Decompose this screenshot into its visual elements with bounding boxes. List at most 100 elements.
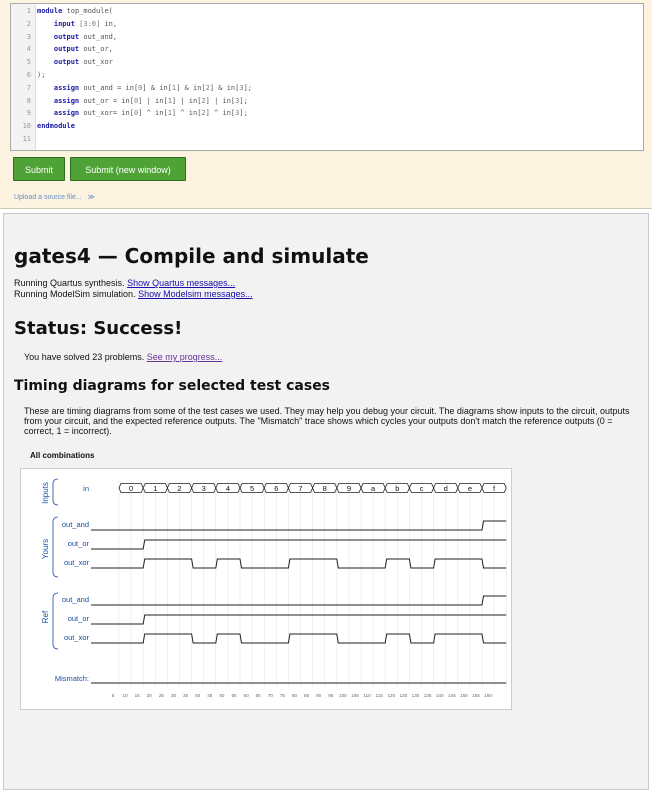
code-token: ] | in[ xyxy=(138,96,168,105)
bus-value: c xyxy=(420,484,424,493)
code-line[interactable]: input [3:0] in, xyxy=(37,20,117,28)
line-number: 2 xyxy=(26,19,31,28)
code-token: ]; xyxy=(243,83,253,92)
code-line[interactable]: output out_or, xyxy=(37,45,113,53)
result-panel: gates4 — Compile and simulate Running Qu… xyxy=(3,213,649,790)
code-token: out_and, xyxy=(79,32,118,41)
signal-label-ref-out_and: out_and xyxy=(62,595,89,604)
code-token: out_or = in[ xyxy=(79,96,134,105)
chevron-down-icon[interactable]: ≫ xyxy=(88,194,95,201)
bus-value: 6 xyxy=(274,484,278,493)
solved-text: You have solved 23 problems. xyxy=(24,352,145,362)
code-token: output xyxy=(53,32,80,41)
line-number: 5 xyxy=(26,58,31,67)
code-token: out_xor xyxy=(79,58,113,67)
line-number: 8 xyxy=(26,96,31,105)
bus-value: 4 xyxy=(226,484,230,493)
bus-value: 7 xyxy=(298,484,302,493)
code-token: assign xyxy=(53,83,80,92)
waveform-ref-out_xor xyxy=(91,633,507,644)
see-progress-link[interactable]: See my progress... xyxy=(147,352,223,362)
waveform-ref-out_or xyxy=(91,614,507,625)
code-line[interactable]: ); xyxy=(37,71,45,79)
code-line[interactable]: assign out_or = in[0] | in[1] | in[2] | … xyxy=(37,97,248,105)
time-tick-label: 100 xyxy=(339,693,347,698)
signal-label-yours-out_xor: out_xor xyxy=(64,558,90,567)
time-tick-label: 10 xyxy=(123,693,129,698)
code-line[interactable]: module top_module( xyxy=(37,7,113,15)
time-tick-label: 40 xyxy=(195,693,201,698)
timing-diagram: Inputs Yours Ref in 0 1 2 3 4 5 6 7 8 9 a b c d e f out_and o… xyxy=(20,468,512,710)
code-line[interactable]: assign out_and = in[0] & in[1] & in[2] &… xyxy=(37,84,252,92)
timing-description: These are timing diagrams from some of t… xyxy=(24,406,630,436)
group-label-inputs: Inputs xyxy=(41,482,50,504)
bus-value: b xyxy=(395,484,399,493)
line-number: 6 xyxy=(26,71,31,79)
time-tick-label: 15 xyxy=(135,693,141,698)
upload-label[interactable]: Upload a source file... xyxy=(14,194,82,201)
line-number: 11 xyxy=(22,135,31,143)
quartus-status: Running Quartus synthesis. Show Quartus … xyxy=(14,278,235,288)
group-bracket xyxy=(52,516,59,578)
code-line[interactable]: assign out_xor= in[0] ^ in[1] ^ in[2] ^ … xyxy=(37,109,248,117)
group-bracket xyxy=(52,592,59,650)
code-editor[interactable]: 1 2 3 4 5 6 7 8 9 10 11 module top_module( input [… xyxy=(10,3,644,151)
code-token: module xyxy=(37,7,63,15)
waveform-yours-out_or xyxy=(91,539,507,550)
show-quartus-link[interactable]: Show Quartus messages... xyxy=(127,278,235,288)
timing-heading: Timing diagrams for selected test cases xyxy=(14,378,331,394)
code-token: ]; xyxy=(239,96,248,105)
time-tick-label: 20 xyxy=(147,693,153,698)
line-number: 9 xyxy=(26,109,31,118)
show-modelsim-link[interactable]: Show Modelsim messages... xyxy=(138,289,253,299)
bus-value: 1 xyxy=(153,484,157,493)
waveform-yours-out_and xyxy=(91,520,507,531)
time-tick-label: 135 xyxy=(424,693,432,698)
code-token: ] | in[ xyxy=(171,96,202,105)
code-token: output xyxy=(53,58,80,67)
submit-new-window-button[interactable]: Submit (new window) xyxy=(70,157,186,181)
time-tick-label: 120 xyxy=(387,693,395,698)
code-token: endmodule xyxy=(37,122,75,131)
signal-label-ref-out_xor: out_xor xyxy=(64,633,90,642)
line-number: 3 xyxy=(26,32,31,41)
line-number: 4 xyxy=(26,45,31,54)
code-token: ] ^ in[ xyxy=(138,109,168,118)
line-number: 10 xyxy=(22,122,31,131)
signal-label-yours-out_or: out_or xyxy=(68,539,90,548)
waveform-ref-out_and xyxy=(91,595,507,606)
code-line[interactable]: output out_xor xyxy=(37,58,113,66)
quartus-text: Running Quartus synthesis. xyxy=(14,278,125,288)
modelsim-status: Running ModelSim simulation. Show Models… xyxy=(14,289,253,299)
time-tick-label: 150 xyxy=(460,693,468,698)
time-tick-label: 115 xyxy=(376,693,384,698)
mismatch-label: Mismatch: xyxy=(55,674,89,683)
bus-value: 0 xyxy=(129,484,133,493)
group-bracket xyxy=(52,478,59,506)
time-tick-label: 65 xyxy=(256,693,262,698)
group-label-yours: Yours xyxy=(41,539,50,559)
code-token: output xyxy=(53,45,80,54)
time-tick-label: 110 xyxy=(363,693,371,698)
time-tick-label: 45 xyxy=(207,693,213,698)
code-token: ] & in[ xyxy=(142,83,172,92)
code-line[interactable]: endmodule xyxy=(37,122,75,130)
code-token: ]; xyxy=(239,109,248,118)
timing-diagram-svg: InputsYoursRefin 0 1 2 3 4 5 6 7 8 9 a b c d e fout_ando… xyxy=(41,478,507,698)
upload-source-link[interactable]: Upload a source file... ≫ xyxy=(14,193,95,201)
time-tick-label: 160 xyxy=(484,693,492,698)
bus-value: 3 xyxy=(202,484,206,493)
time-tick-label: 80 xyxy=(292,693,298,698)
group-label-ref: Ref xyxy=(41,610,50,623)
submit-button[interactable]: Submit xyxy=(13,157,65,181)
code-token: ] & in[ xyxy=(209,83,240,92)
code-line[interactable]: output out_and, xyxy=(37,33,117,41)
status-heading: Status: Success! xyxy=(14,318,183,339)
time-tick-label: 55 xyxy=(231,693,237,698)
modelsim-text: Running ModelSim simulation. xyxy=(14,289,136,299)
